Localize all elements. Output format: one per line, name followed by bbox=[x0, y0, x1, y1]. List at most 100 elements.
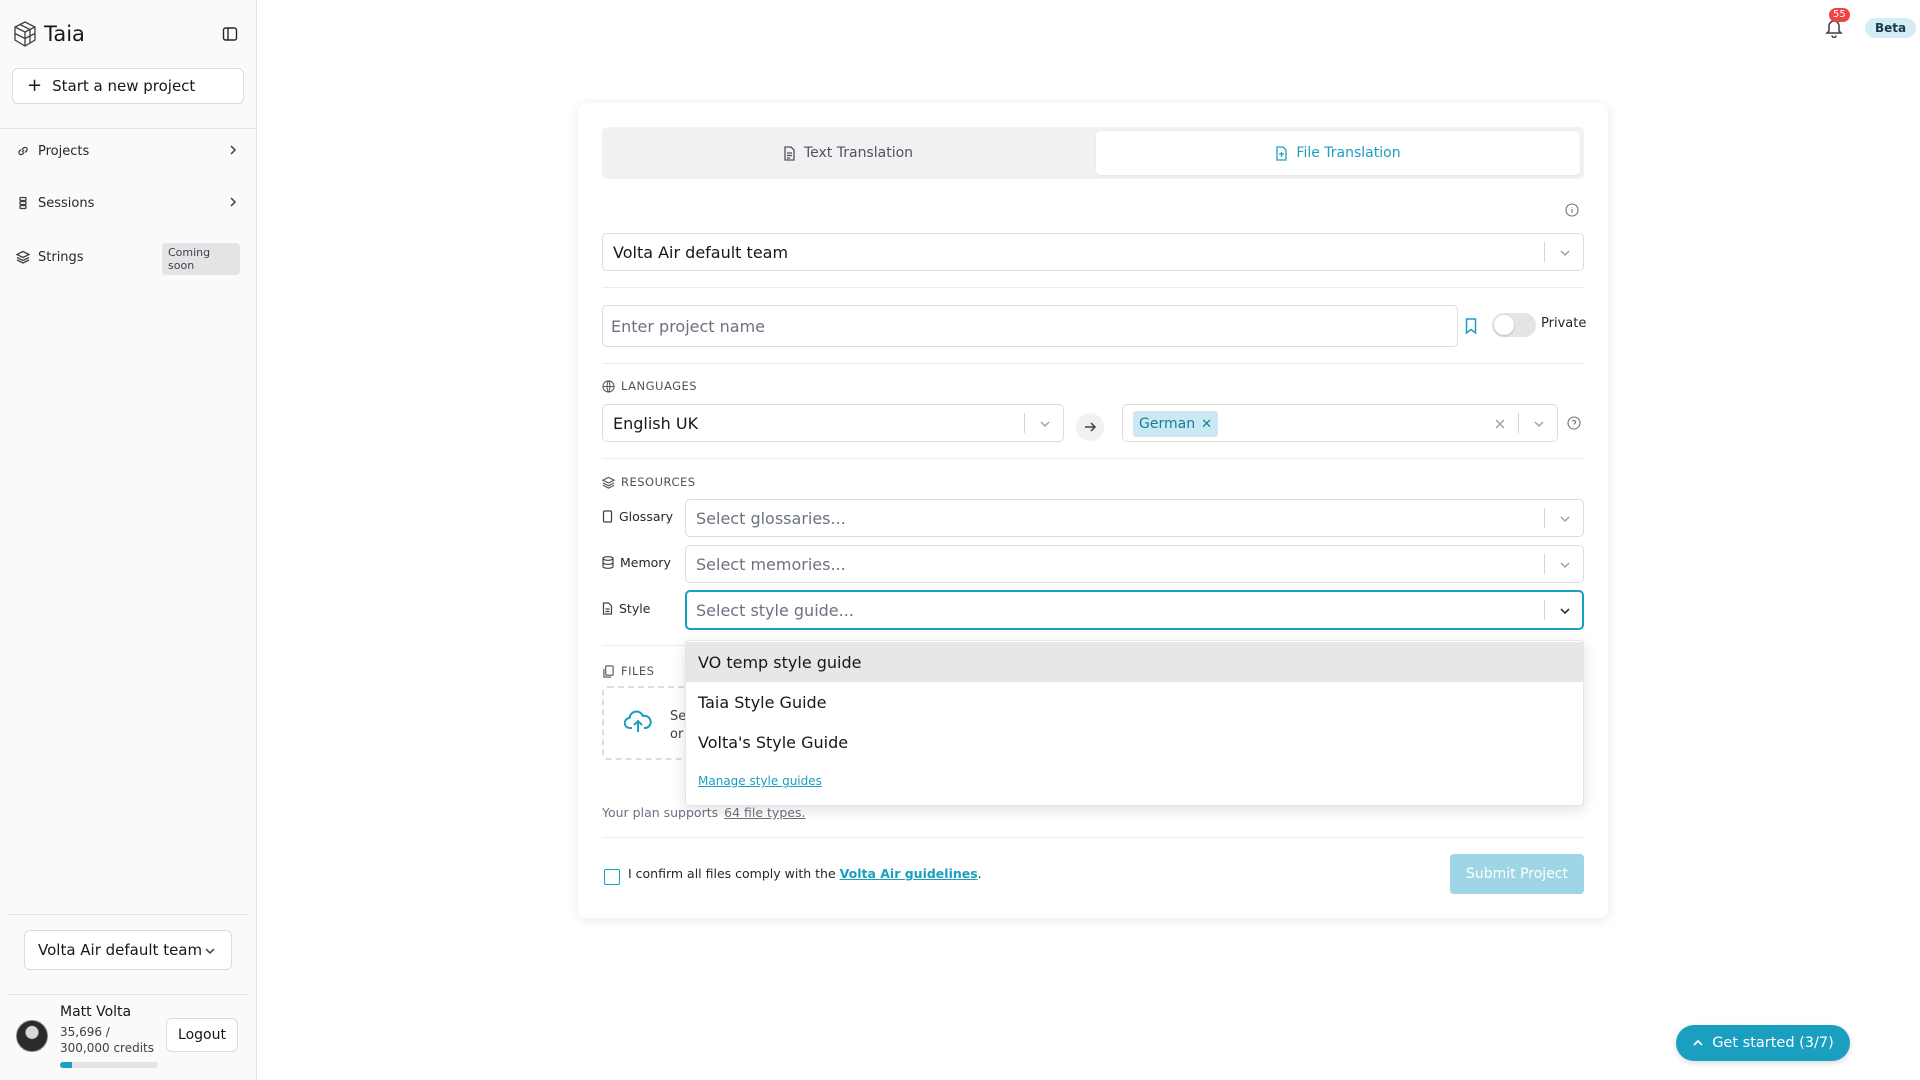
confirm-guidelines-text: I confirm all files comply with the Volt… bbox=[628, 866, 982, 881]
glossary-select[interactable]: Select glossaries... bbox=[685, 499, 1584, 537]
sidebar-toggle-button[interactable] bbox=[220, 24, 240, 44]
file-types-link[interactable]: 64 file types. bbox=[724, 805, 805, 820]
source-language-value: English UK bbox=[613, 413, 699, 433]
chevron-down-icon bbox=[1534, 421, 1544, 428]
style-guide-option[interactable]: Volta's Style Guide bbox=[686, 722, 1583, 762]
submit-project-button[interactable]: Submit Project bbox=[1450, 854, 1584, 894]
chevron-down-icon bbox=[1560, 250, 1570, 257]
private-label: Private bbox=[1541, 316, 1587, 331]
sidebar-item-label: Sessions bbox=[38, 195, 95, 211]
section-title: FILES bbox=[621, 664, 655, 678]
languages-section-label: LANGUAGES bbox=[602, 379, 697, 393]
globe-icon bbox=[602, 379, 615, 393]
credits-progress-bar bbox=[60, 1062, 158, 1068]
book-icon bbox=[602, 510, 613, 523]
style-guide-option[interactable]: VO temp style guide bbox=[686, 642, 1583, 682]
divider bbox=[602, 363, 1584, 364]
brand[interactable]: Taia bbox=[12, 20, 85, 48]
help-icon[interactable] bbox=[1567, 416, 1581, 430]
layers-icon bbox=[16, 250, 30, 264]
language-chip: German ✕ bbox=[1133, 411, 1218, 437]
new-project-button[interactable]: + Start a new project bbox=[12, 68, 244, 104]
confirm-guidelines-checkbox[interactable] bbox=[604, 869, 620, 885]
resources-section-label: RESOURCES bbox=[602, 475, 696, 489]
sidebar-panel-icon bbox=[222, 27, 238, 41]
sidebar-divider bbox=[8, 994, 248, 995]
upload-line-1: Se bbox=[670, 709, 687, 724]
manage-style-guides-link[interactable]: Manage style guides bbox=[698, 774, 822, 788]
tab-file-translation[interactable]: File Translation bbox=[1096, 131, 1580, 175]
text-document-icon bbox=[784, 145, 795, 161]
file-document-icon bbox=[1276, 145, 1288, 161]
sidebar: Taia + Start a new project Projects Sess… bbox=[0, 0, 257, 1080]
credits-used: 35,696 / bbox=[60, 1025, 110, 1039]
chevron-right-icon bbox=[230, 197, 237, 207]
source-language-select[interactable]: English UK bbox=[602, 404, 1064, 442]
swap-arrow-button[interactable] bbox=[1076, 413, 1104, 441]
cloud-upload-icon bbox=[624, 710, 652, 732]
sidebar-item-label: Strings bbox=[38, 249, 84, 265]
beta-badge: Beta bbox=[1865, 18, 1917, 38]
language-chip-label: German bbox=[1139, 416, 1196, 432]
tab-label: File Translation bbox=[1296, 145, 1401, 161]
memory-label: Memory bbox=[602, 555, 671, 570]
private-toggle[interactable] bbox=[1492, 313, 1536, 337]
link-icon bbox=[18, 146, 28, 156]
logout-button[interactable]: Logout bbox=[166, 1018, 238, 1052]
sidebar-item-sessions[interactable]: Sessions bbox=[16, 191, 240, 215]
upload-line-2: or bbox=[670, 727, 684, 742]
clear-icon[interactable] bbox=[1493, 417, 1507, 431]
row-label-text: Style bbox=[619, 601, 651, 616]
memory-select[interactable]: Select memories... bbox=[685, 545, 1584, 583]
team-select-field[interactable]: Volta Air default team bbox=[602, 233, 1584, 271]
get-started-button[interactable]: Get started (3/7) bbox=[1676, 1025, 1850, 1061]
tab-text-translation[interactable]: Text Translation bbox=[606, 131, 1090, 175]
files-section-label: FILES bbox=[602, 664, 654, 678]
divider bbox=[602, 458, 1584, 459]
remove-chip-icon[interactable]: ✕ bbox=[1201, 417, 1212, 432]
memory-placeholder: Select memories... bbox=[696, 554, 846, 574]
info-icon[interactable] bbox=[1565, 203, 1579, 217]
select-separator bbox=[1024, 413, 1025, 433]
sidebar-divider bbox=[0, 128, 256, 129]
style-guide-select[interactable]: Select style guide... bbox=[685, 590, 1584, 630]
target-languages-select[interactable]: German ✕ bbox=[1122, 404, 1558, 442]
select-separator bbox=[1544, 554, 1545, 574]
chevron-up-icon bbox=[1693, 1039, 1703, 1046]
credits-progress-fill bbox=[60, 1062, 72, 1068]
divider bbox=[602, 287, 1584, 288]
bookmark-icon[interactable] bbox=[1464, 317, 1478, 335]
team-select-value: Volta Air default team bbox=[613, 242, 789, 262]
database-icon bbox=[602, 556, 614, 569]
plus-icon: + bbox=[27, 75, 43, 96]
project-name-input[interactable]: Enter project name bbox=[602, 305, 1458, 347]
layers-icon bbox=[602, 476, 615, 489]
select-separator bbox=[1544, 508, 1545, 528]
sidebar-item-projects[interactable]: Projects bbox=[16, 139, 240, 163]
avatar bbox=[16, 1020, 48, 1052]
coming-soon-badge: Coming soon bbox=[162, 243, 240, 275]
sidebar-item-strings[interactable]: Strings Coming soon bbox=[16, 243, 240, 275]
translation-tabs: Text Translation File Translation bbox=[602, 127, 1584, 179]
style-guide-dropdown: VO temp style guide Taia Style Guide Vol… bbox=[685, 640, 1584, 806]
team-select-value: Volta Air default team bbox=[38, 941, 203, 959]
chevron-down-icon bbox=[205, 948, 215, 955]
select-separator bbox=[1544, 600, 1545, 620]
credits-text: 35,696 / 300,000 credits bbox=[60, 1024, 154, 1056]
plan-support-text: Your plan supports 64 file types. bbox=[602, 805, 805, 820]
glossary-placeholder: Select glossaries... bbox=[696, 508, 846, 528]
confirm-end: . bbox=[977, 866, 982, 881]
credits-total: 300,000 credits bbox=[60, 1041, 154, 1055]
chevron-down-icon bbox=[1040, 421, 1050, 428]
style-guide-placeholder: Select style guide... bbox=[696, 600, 854, 620]
chevron-down-icon bbox=[1560, 516, 1570, 523]
sidebar-item-label: Projects bbox=[38, 143, 90, 159]
style-guide-option[interactable]: Taia Style Guide bbox=[686, 682, 1583, 722]
guidelines-link[interactable]: Volta Air guidelines bbox=[840, 866, 978, 881]
tab-label: Text Translation bbox=[803, 145, 914, 161]
select-separator bbox=[1544, 242, 1545, 262]
brand-name: Taia bbox=[44, 22, 85, 46]
confirm-text: I confirm all files comply with the bbox=[628, 866, 836, 881]
user-name: Matt Volta bbox=[60, 1004, 132, 1020]
team-select[interactable]: Volta Air default team bbox=[24, 930, 232, 970]
